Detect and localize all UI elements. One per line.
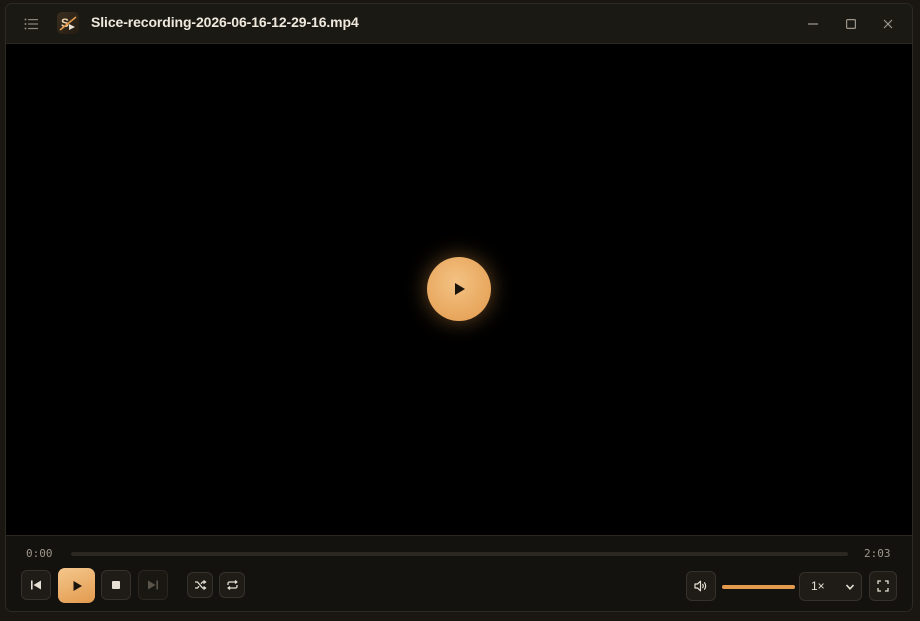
play-icon <box>455 283 465 295</box>
current-time: 0:00 <box>26 547 53 560</box>
title-bar: S Slice-recording-2026-06-16-12-29-16.mp… <box>6 4 912 44</box>
playback-speed-select[interactable]: 1× <box>799 572 862 601</box>
maximize-icon <box>846 19 856 29</box>
maximize-button[interactable] <box>841 14 861 34</box>
center-play-button[interactable] <box>427 257 491 321</box>
repeat-button[interactable] <box>219 572 245 598</box>
control-bar: 0:00 2:03 1× <box>6 535 912 611</box>
previous-button[interactable] <box>21 570 51 600</box>
close-icon <box>883 19 893 29</box>
next-button[interactable] <box>138 570 168 600</box>
playback-speed-value: 1× <box>811 579 825 593</box>
video-viewport[interactable] <box>6 44 912 535</box>
volume-level <box>722 585 795 589</box>
volume-icon <box>694 580 707 592</box>
repeat-icon <box>226 580 238 590</box>
fullscreen-icon <box>877 580 889 592</box>
app-logo: S <box>57 12 79 34</box>
skip-previous-icon <box>31 580 41 590</box>
minimize-button[interactable] <box>803 14 823 34</box>
mute-button[interactable] <box>686 571 716 601</box>
play-button[interactable] <box>58 568 95 603</box>
close-button[interactable] <box>878 14 898 34</box>
stop-icon <box>112 581 120 589</box>
duration: 2:03 <box>864 547 891 560</box>
seek-bar[interactable] <box>71 552 848 556</box>
fullscreen-button[interactable] <box>869 571 897 601</box>
window-title: Slice-recording-2026-06-16-12-29-16.mp4 <box>91 14 359 30</box>
stop-button[interactable] <box>101 570 131 600</box>
skip-next-icon <box>148 580 158 590</box>
minimize-icon <box>808 23 818 25</box>
media-player-window: S Slice-recording-2026-06-16-12-29-16.mp… <box>5 3 913 612</box>
shuffle-button[interactable] <box>187 572 213 598</box>
chevron-down-icon <box>845 584 855 590</box>
list-menu-icon <box>24 18 38 30</box>
volume-slider[interactable] <box>722 585 795 589</box>
shuffle-icon <box>194 579 207 591</box>
playlist-menu-button[interactable] <box>21 14 41 34</box>
app-logo-icon: S <box>59 16 77 31</box>
play-icon <box>73 580 82 591</box>
